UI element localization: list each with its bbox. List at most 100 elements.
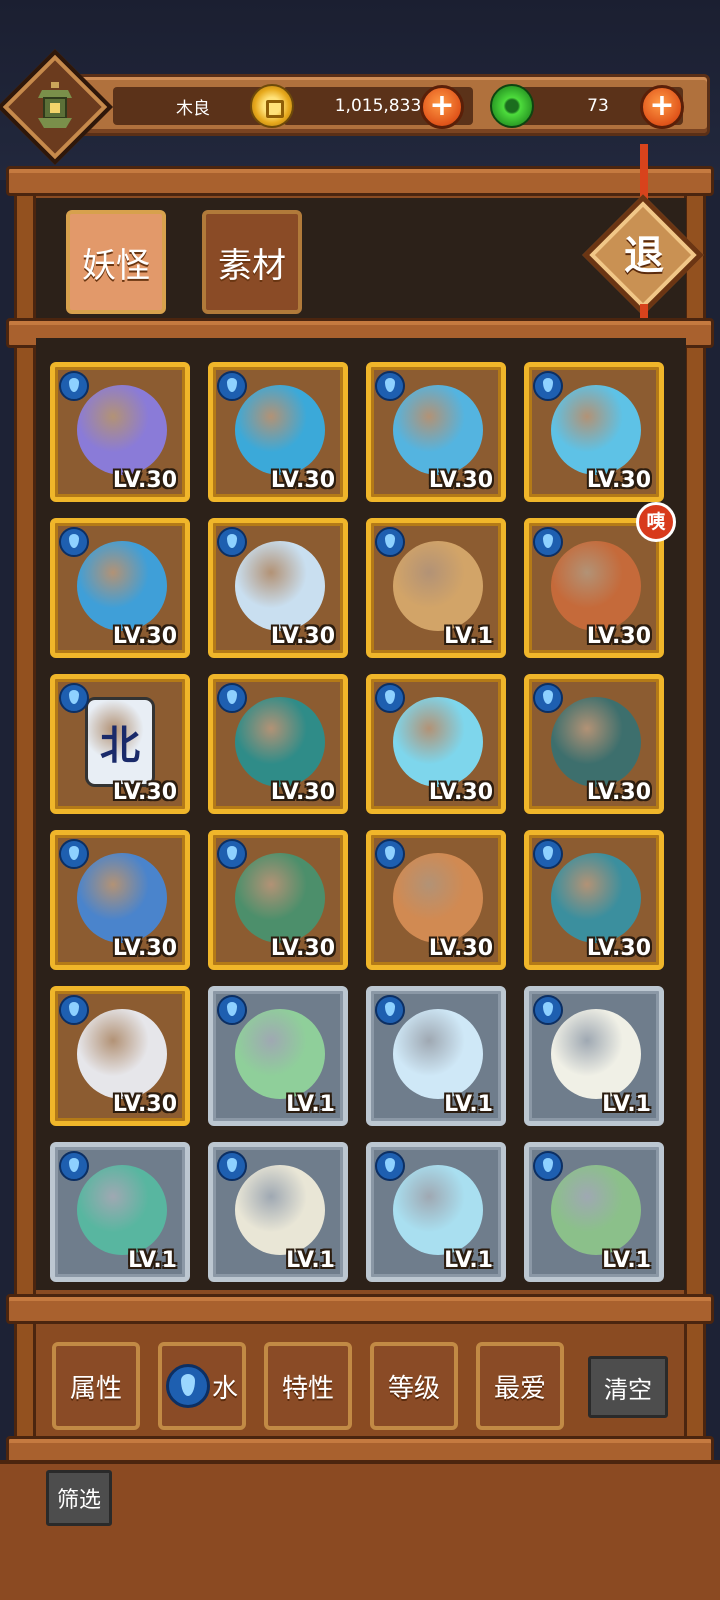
jade-ring-icon [490,84,534,128]
water-drop-icon [375,683,405,713]
monster-portrait [393,541,483,631]
water-drop-icon [217,839,247,869]
monster-card[interactable]: LV.1 [366,986,506,1126]
filter-element-label: 水 [211,1373,238,1404]
monster-level: LV.30 [428,780,493,805]
monster-level: LV.1 [444,624,493,649]
monster-level: LV.30 [270,624,335,649]
monster-level: LV.30 [586,624,651,649]
water-drop-icon [59,683,89,713]
monster-level: LV.30 [112,624,177,649]
tab-monsters[interactable]: 妖怪 [66,210,166,314]
tab-materials[interactable]: 素材 [202,210,302,314]
monster-portrait [77,853,167,943]
monster-level: LV.30 [428,936,493,961]
monster-level: LV.30 [586,780,651,805]
lantern-icon [38,82,72,128]
monster-card[interactable]: LV.30 [208,830,348,970]
monster-card[interactable]: LV.30 [50,362,190,502]
water-drop-icon [217,1151,247,1181]
water-drop-icon [375,839,405,869]
monster-portrait [235,853,325,943]
monster-level: LV.30 [270,468,335,493]
monster-card[interactable]: LV.1 [366,518,506,658]
monster-portrait [393,385,483,475]
screen-button[interactable]: 筛选 [46,1470,112,1526]
filter-level-button[interactable]: 等级 [370,1342,458,1430]
exit-label: 退 [624,233,664,279]
add-gems-button[interactable]: + [640,85,684,129]
water-drop-icon [533,995,563,1025]
water-drop-icon [533,1151,563,1181]
add-coins-button[interactable]: + [420,85,464,129]
monster-card[interactable]: LV.1 [366,1142,506,1282]
monster-card[interactable]: LV.30 [50,986,190,1126]
monster-card[interactable]: LV.1 [208,986,348,1126]
water-drop-icon [165,1364,210,1408]
monster-card[interactable]: LV.30 [50,518,190,658]
monster-portrait [235,1165,325,1255]
water-drop-icon [59,371,89,401]
filter-attribute-button[interactable]: 属性 [52,1342,140,1430]
monster-card[interactable]: 北 LV.30 [50,674,190,814]
water-drop-icon [375,527,405,557]
monster-portrait [77,541,167,631]
monster-portrait [77,1009,167,1099]
water-drop-icon [59,1151,89,1181]
monster-card[interactable]: LV.1 [50,1142,190,1282]
monster-level: LV.1 [444,1248,493,1273]
monster-portrait [551,853,641,943]
monster-card[interactable]: LV.30 [524,518,664,658]
monster-card[interactable]: LV.30 [366,830,506,970]
monster-portrait [393,1009,483,1099]
clear-button[interactable]: 清空 [588,1356,668,1418]
monster-portrait [77,385,167,475]
monster-card[interactable]: LV.30 [524,362,664,502]
monster-level: LV.1 [602,1092,651,1117]
monster-level: LV.1 [602,1248,651,1273]
monster-card[interactable]: LV.30 [524,830,664,970]
gold-coin-icon [250,84,294,128]
monster-portrait [551,541,641,631]
monster-portrait [551,1009,641,1099]
water-drop-icon [533,371,563,401]
monster-card[interactable]: LV.30 [366,674,506,814]
monster-card[interactable]: LV.30 [524,674,664,814]
monster-card[interactable]: LV.30 [50,830,190,970]
monster-level: LV.30 [586,936,651,961]
monster-portrait [235,541,325,631]
monster-portrait [393,697,483,787]
lower-beam [6,1294,714,1324]
monster-level: LV.1 [444,1092,493,1117]
monster-card[interactable]: LV.1 [208,1142,348,1282]
monster-portrait [393,853,483,943]
monster-card[interactable]: LV.1 [524,986,664,1126]
water-drop-icon [59,995,89,1025]
monster-card[interactable]: LV.30 [208,674,348,814]
monster-level: LV.30 [112,468,177,493]
water-drop-icon [217,371,247,401]
monster-card[interactable]: LV.30 [208,518,348,658]
water-drop-icon [533,527,563,557]
tassel-top [640,144,648,200]
monster-level: LV.30 [112,780,177,805]
filter-element-button[interactable]: 水 [158,1342,246,1430]
player-name: 木良 [113,87,273,125]
monster-portrait [393,1165,483,1255]
monster-card[interactable]: LV.1 [524,1142,664,1282]
water-drop-icon [217,995,247,1025]
new-badge: 咦 [636,502,676,542]
filter-favorite-button[interactable]: 最爱 [476,1342,564,1430]
monster-level: LV.30 [112,936,177,961]
monster-level: LV.1 [286,1092,335,1117]
monster-card[interactable]: LV.30 [208,362,348,502]
water-drop-icon [59,527,89,557]
water-drop-icon [375,995,405,1025]
monster-level: LV.30 [586,468,651,493]
monster-portrait [551,697,641,787]
monster-portrait [551,385,641,475]
filter-trait-button[interactable]: 特性 [264,1342,352,1430]
right-post [684,180,706,1460]
monster-card[interactable]: LV.30 [366,362,506,502]
monster-level: LV.1 [286,1248,335,1273]
